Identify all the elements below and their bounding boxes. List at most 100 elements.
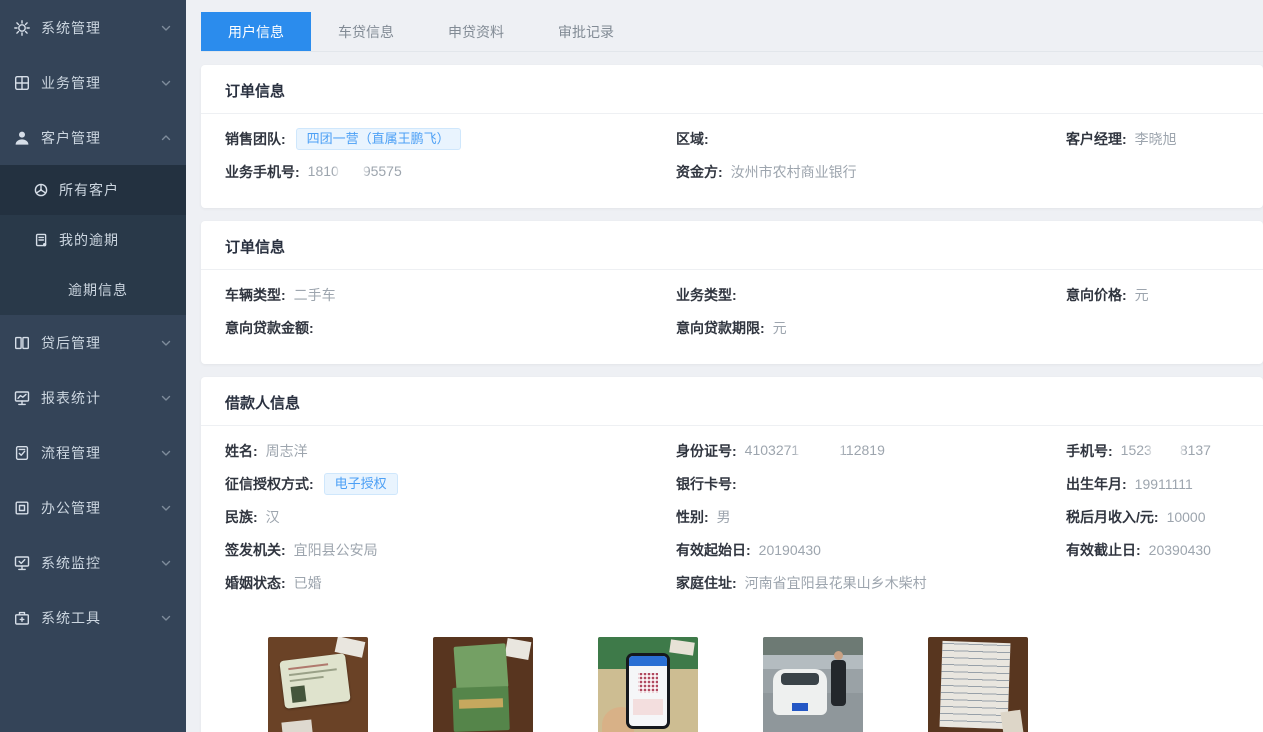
tab-loan-materials[interactable]: 申贷资料	[421, 12, 531, 51]
section-card-order-info-2: 订单信息车辆类型:二手车业务类型:意向价格:元意向贷款金额:意向贷款期限:元	[201, 221, 1263, 364]
field-credit-auth-method: 征信授权方式:电子授权	[225, 473, 676, 495]
field-value: 20390430	[1149, 542, 1211, 558]
toolbox-icon	[13, 609, 31, 627]
field-value: 男	[717, 507, 731, 527]
app-header-bar	[629, 656, 667, 666]
tab-car-loan-info[interactable]: 车贷信息	[311, 12, 421, 51]
tab-user-info[interactable]: 用户信息	[201, 12, 311, 51]
field-row: 签发机关:宜阳县公安局有效起始日:20190430有效截止日:20390430	[225, 533, 1239, 566]
sidebar-item-office-management[interactable]: 办公管理	[0, 480, 186, 535]
sidebar-item-process-management[interactable]: 流程管理	[0, 425, 186, 480]
field-label: 征信授权方式:	[225, 474, 314, 494]
cards-container: 订单信息销售团队:四团一营（直属王鹏飞）区域:客户经理:李晓旭业务手机号:181…	[186, 52, 1263, 732]
field-label: 业务手机号:	[225, 162, 300, 182]
field-label: 客户经理:	[1066, 129, 1127, 149]
field-label: 手机号:	[1066, 441, 1113, 461]
photo-thumbnail[interactable]	[598, 637, 698, 732]
field-mobile: 手机号:15238137	[1066, 441, 1239, 461]
field-bank-card: 银行卡号:	[676, 474, 1066, 494]
field-label: 身份证号:	[676, 441, 737, 461]
field-value: 汉	[266, 507, 280, 527]
field-label: 意向贷款金额:	[225, 318, 314, 338]
sidebar-item-post-loan-management[interactable]: 贷后管理	[0, 315, 186, 370]
trees-graphic	[763, 637, 863, 655]
sidebar-item-business-management[interactable]: 业务管理	[0, 55, 186, 110]
photo-thumbnail[interactable]	[928, 637, 1028, 732]
field-label: 资金方:	[676, 162, 723, 182]
field-value: 已婚	[294, 573, 322, 593]
license-plate	[792, 703, 808, 711]
chevron-down-icon	[160, 22, 172, 34]
main-content: 用户信息车贷信息申贷资料审批记录 订单信息销售团队:四团一营（直属王鹏飞）区域:…	[186, 0, 1263, 732]
field-label: 姓名:	[225, 441, 258, 461]
field-valid-from: 有效起始日:20190430	[676, 540, 1066, 560]
monitor-check-icon	[13, 554, 31, 572]
chevron-down-icon	[160, 502, 172, 514]
chevron-down-icon	[160, 557, 172, 569]
field-label: 税后月收入/元:	[1066, 507, 1159, 527]
section-title: 订单信息	[201, 65, 1263, 114]
sidebar-item-my-overdue[interactable]: 我的逾期	[0, 215, 186, 265]
sidebar-item-all-customers[interactable]: 所有客户	[0, 165, 186, 215]
photo-auth-screenshot[interactable]: 授权图片	[598, 637, 698, 732]
section-fields: 车辆类型:二手车业务类型:意向价格:元意向贷款金额:意向贷款期限:元	[201, 270, 1263, 364]
car-windshield	[781, 673, 819, 685]
card-line	[290, 676, 324, 682]
field-row: 销售团队:四团一营（直属王鹏飞）区域:客户经理:李晓旭	[225, 122, 1239, 155]
sidebar-item-customer-management[interactable]: 客户管理	[0, 110, 186, 165]
photo-person-car[interactable]: 人车图	[763, 637, 863, 732]
field-business-phone: 业务手机号:181095575	[225, 162, 676, 182]
section-title: 借款人信息	[201, 377, 1263, 426]
photo-thumbnail[interactable]	[433, 637, 533, 732]
field-row: 车辆类型:二手车业务类型:意向价格:元	[225, 278, 1239, 311]
field-value: 李晓旭	[1135, 129, 1177, 149]
booklet-strip	[459, 698, 503, 709]
field-birth-date: 出生年月: 19911111	[1066, 474, 1239, 494]
sidebar-item-system-management[interactable]: 系统管理	[0, 0, 186, 55]
tab-approval-records[interactable]: 审批记录	[531, 12, 641, 51]
monitor-icon	[13, 389, 31, 407]
redaction-mask	[800, 443, 838, 458]
sidebar-item-report-statistics[interactable]: 报表统计	[0, 370, 186, 425]
field-value: 二手车	[294, 285, 336, 305]
paper-scrap	[281, 719, 312, 732]
field-row: 征信授权方式:电子授权银行卡号:出生年月: 19911111	[225, 467, 1239, 500]
photo-license-booklet[interactable]: 驾驶证图片	[433, 637, 533, 732]
sidebar-item-system-tools[interactable]: 系统工具	[0, 590, 186, 645]
redaction-mask	[340, 164, 362, 179]
grid-icon	[13, 74, 31, 92]
field-label: 有效起始日:	[676, 540, 751, 560]
booklet-top-page	[454, 643, 509, 691]
field-value: 19911111	[1135, 476, 1193, 492]
field-value: 宜阳县公安局	[294, 540, 378, 560]
field-region: 区域:	[676, 129, 1066, 149]
field-label: 意向贷款期限:	[676, 318, 765, 338]
field-label: 出生年月:	[1066, 474, 1127, 494]
photo-thumbnail[interactable]	[763, 637, 863, 732]
sidebar-item-overdue-info[interactable]: 逾期信息	[0, 265, 186, 315]
screen-content	[633, 699, 663, 715]
field-label: 区域:	[676, 129, 709, 149]
field-value: 10000	[1167, 509, 1206, 525]
sky-graphic	[763, 655, 863, 669]
photo-id-card[interactable]: 身份证	[268, 637, 368, 732]
card-portrait	[291, 685, 307, 703]
field-funder: 资金方:汝州市农村商业银行	[676, 162, 1066, 182]
sidebar-item-label: 客户管理	[41, 128, 101, 148]
chevron-down-icon	[160, 612, 172, 624]
person-head	[834, 651, 843, 660]
sidebar-item-system-monitor[interactable]: 系统监控	[0, 535, 186, 590]
sidebar-submenu: 所有客户我的逾期逾期信息	[0, 165, 186, 315]
field-vehicle-type: 车辆类型:二手车	[225, 285, 676, 305]
field-label: 婚姻状态:	[225, 573, 286, 593]
field-label: 性别:	[676, 507, 709, 527]
sidebar-item-label: 我的逾期	[59, 230, 119, 250]
field-row: 姓名:周志洋身份证号:4103271112819手机号:15238137	[225, 434, 1239, 467]
photo-other-material[interactable]: 其他材料	[928, 637, 1028, 732]
notebook-icon	[33, 232, 49, 248]
field-value-masked: 4103271112819	[745, 442, 885, 459]
paper-document	[940, 641, 1011, 729]
field-account-manager: 客户经理: 李晓旭	[1066, 129, 1239, 149]
field-row: 业务手机号:181095575资金方:汝州市农村商业银行	[225, 155, 1239, 188]
photo-thumbnail[interactable]	[268, 637, 368, 732]
